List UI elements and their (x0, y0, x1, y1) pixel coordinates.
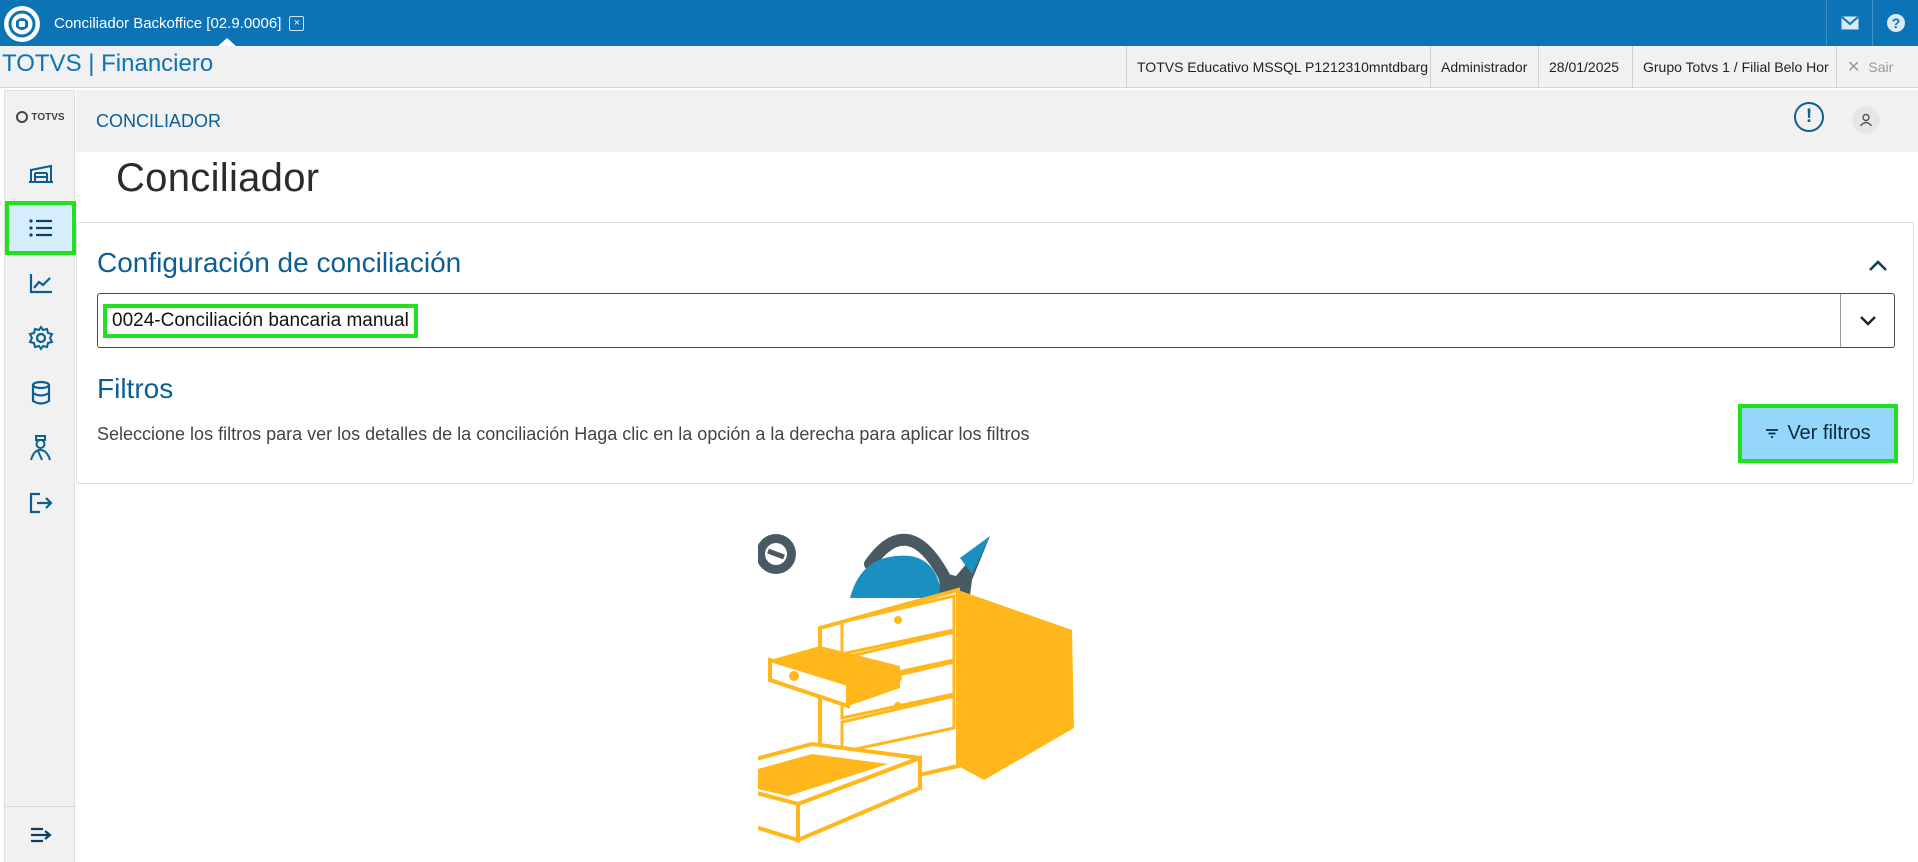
svg-text:?: ? (1891, 15, 1900, 31)
building-icon (28, 164, 53, 183)
tab-active-indicator (218, 38, 236, 46)
sidebar-item-home[interactable] (5, 146, 76, 200)
environment-label: TOTVS Educativo MSSQL P1212310mntdbarg (1126, 46, 1438, 88)
user-icon (1859, 113, 1873, 127)
sidebar-collapse-button[interactable] (5, 806, 76, 862)
mail-icon (1840, 16, 1859, 30)
empty-state-illustration (758, 533, 1074, 844)
configuration-select[interactable]: 0024-Conciliación bancaria manual (97, 293, 1895, 348)
filter-icon (1766, 429, 1779, 438)
configuration-selected-value: 0024-Conciliación bancaria manual (103, 304, 418, 338)
tab-title: Conciliador Backoffice [02.9.0006] (54, 14, 282, 32)
configuration-dropdown-button[interactable] (1840, 294, 1894, 347)
warning-icon[interactable]: ! (1794, 102, 1824, 132)
exit-button[interactable]: ✕ Sair (1836, 46, 1918, 88)
content-header: CONCILIADOR ! (76, 90, 1918, 152)
configuration-title: Configuración de conciliación (97, 247, 462, 278)
totvs-logo-icon[interactable] (4, 6, 40, 42)
sidebar-item-list[interactable] (5, 201, 76, 255)
date-label: 28/01/2025 (1538, 46, 1629, 88)
configuration-card: Configuración de conciliación 0024-Conci… (76, 222, 1914, 484)
app-title: TOTVS | Financiero (2, 50, 214, 77)
close-icon: ✕ (1847, 59, 1861, 76)
filters-title: Filtros (97, 373, 174, 404)
sidebar-item-settings[interactable] (5, 311, 76, 365)
help-icon: ? (1886, 14, 1905, 32)
view-filters-label: Ver filtros (1787, 422, 1871, 444)
sidebar-brand-label: TOTVS (31, 111, 65, 123)
gear-icon (28, 325, 53, 351)
sidebar-item-logout[interactable] (5, 476, 76, 530)
person-icon (29, 435, 51, 461)
chevron-up-icon (1869, 260, 1887, 271)
totvs-brand-icon (16, 111, 29, 123)
mail-button[interactable] (1826, 0, 1872, 46)
branch-label: Grupo Totvs 1 / Filial Belo Hor (1632, 46, 1839, 88)
window-tab-bar: Conciliador Backoffice [02.9.0006] × ? (0, 0, 1918, 46)
section-label: CONCILIADOR (96, 111, 222, 131)
sidebar-item-database[interactable] (5, 366, 76, 420)
chart-icon (29, 274, 52, 294)
exit-label: Sair (1868, 59, 1894, 75)
help-button[interactable]: ? (1872, 0, 1918, 46)
sidebar: TOTVS (4, 90, 76, 862)
info-bar: TOTVS | Financiero TOTVS Educativo MSSQL… (0, 46, 1918, 88)
user-label: Administrador (1430, 46, 1537, 88)
view-filters-button[interactable]: Ver filtros (1738, 404, 1898, 463)
tab-close-icon[interactable]: × (289, 15, 305, 31)
list-icon (28, 219, 52, 237)
database-icon (31, 380, 50, 405)
logout-icon (29, 492, 53, 514)
user-avatar[interactable] (1852, 106, 1880, 134)
sidebar-item-reports[interactable] (5, 256, 76, 310)
filters-description: Seleccione los filtros para ver los deta… (97, 424, 1030, 444)
sidebar-item-users[interactable] (5, 421, 76, 475)
tab-conciliador-backoffice[interactable]: Conciliador Backoffice [02.9.0006] × (46, 0, 318, 46)
menu-collapse-icon (30, 827, 52, 842)
collapse-card-button[interactable] (1868, 259, 1888, 277)
chevron-down-icon (1859, 316, 1876, 326)
page-title: Conciliador (116, 156, 320, 200)
sidebar-brand: TOTVS (5, 107, 76, 127)
